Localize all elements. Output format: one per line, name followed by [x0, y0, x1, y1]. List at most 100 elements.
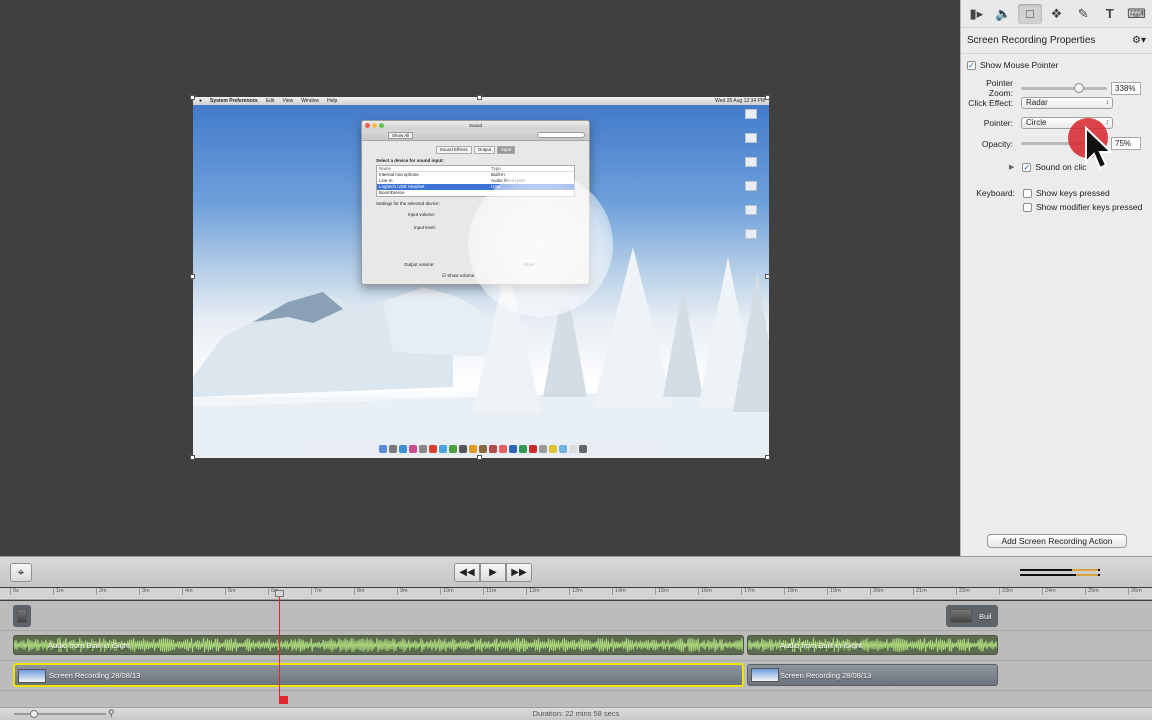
- show-volume-label: ☑ Show volume: [442, 273, 475, 278]
- dock-app-icon: [539, 445, 547, 453]
- resize-handle[interactable]: [477, 455, 482, 460]
- disclosure-triangle-icon[interactable]: ▶: [1009, 163, 1014, 171]
- playhead-marker[interactable]: [280, 696, 288, 704]
- click-effect-popup[interactable]: Radar: [1021, 97, 1113, 109]
- text-icon[interactable]: T: [1098, 4, 1122, 24]
- opacity-label: Opacity:: [981, 138, 1013, 149]
- show-mouse-pointer-checkbox[interactable]: ✓: [967, 60, 976, 70]
- screen-recording-clip-selected[interactable]: Screen Recording 28/08/13: [13, 663, 744, 687]
- dock-app-icon: [459, 445, 467, 453]
- dock-app-icon: [489, 445, 497, 453]
- crop-icon[interactable]: ⌖: [10, 563, 32, 582]
- resize-handle[interactable]: [477, 95, 482, 100]
- minimize-icon: [372, 123, 377, 128]
- annotation-icon[interactable]: ✎: [1071, 4, 1095, 24]
- show-modifier-keys-checkbox[interactable]: [1023, 202, 1032, 212]
- show-all-button: Show All: [388, 132, 414, 139]
- close-icon: [365, 123, 370, 128]
- dock-app-icon: [479, 445, 487, 453]
- speaker-icon[interactable]: 🔈: [991, 4, 1015, 24]
- ruler-tick-label: 8m: [354, 588, 365, 595]
- ruler-tick-label: 21m: [913, 588, 927, 595]
- transport-controls: ◀◀ ▶ ▶▶: [454, 563, 532, 582]
- resize-handle[interactable]: [190, 274, 195, 279]
- mouse-pointer-icon: [1068, 118, 1112, 170]
- click-effect-row: Click Effect: Radar: [961, 97, 1152, 109]
- playhead[interactable]: [279, 594, 280, 704]
- zoom-icon: [379, 123, 384, 128]
- audio-clip-label: Audio from Built-in iSight: [48, 640, 131, 650]
- desktop-file-icon: [745, 133, 757, 143]
- ruler-tick-label: 9m: [397, 588, 408, 595]
- timeline-tracks: Buil Audio from Built-in iSight Audio fr…: [0, 601, 1152, 707]
- ruler-tick-label: 10m: [440, 588, 454, 595]
- fast-forward-button[interactable]: ▶▶: [506, 563, 532, 582]
- resize-handle[interactable]: [765, 455, 770, 460]
- playhead-handle[interactable]: [275, 590, 284, 597]
- desktop-drive-icon: [745, 205, 757, 215]
- duration-label: Duration: 22 mins 58 secs: [532, 709, 620, 718]
- dock-app-icon: [429, 445, 437, 453]
- ruler-tick-label: 23m: [999, 588, 1013, 595]
- dock-app-icon: [559, 445, 567, 453]
- resize-handle[interactable]: [765, 274, 770, 279]
- ruler-tick-label: 11m: [483, 588, 496, 595]
- desktop-file-icon: [745, 109, 757, 119]
- camera-clip[interactable]: [13, 605, 31, 627]
- show-keys-checkbox[interactable]: [1023, 188, 1032, 198]
- ruler-tick-label: 18m: [784, 588, 798, 595]
- ruler-tick-label: 25m: [1085, 588, 1099, 595]
- dock-app-icon: [449, 445, 457, 453]
- resize-handle[interactable]: [765, 95, 770, 100]
- pointer-zoom-value[interactable]: 338%: [1111, 81, 1141, 95]
- status-bar: ⚲ Duration: 22 mins 58 secs: [0, 707, 1152, 720]
- keyboard-action-icon[interactable]: ⌨: [1125, 4, 1149, 24]
- mac-dock: [303, 442, 663, 456]
- dock-app-icon: [549, 445, 557, 453]
- slider-thumb[interactable]: [1073, 82, 1084, 93]
- video-clip-label: Screen Recording 28/08/13: [49, 670, 141, 680]
- show-modifier-keys-label: Show modifier keys pressed: [1036, 202, 1143, 212]
- dock-app-icon: [529, 445, 537, 453]
- modifier-keys-row: Show modifier keys pressed: [961, 202, 1152, 212]
- play-button[interactable]: ▶: [480, 563, 506, 582]
- sound-on-click-checkbox[interactable]: ✓: [1022, 162, 1032, 172]
- ruler-tick-label: 0s: [10, 588, 19, 595]
- dock-app-icon: [409, 445, 417, 453]
- inspector-toolbar: ▮▸ 🔈 □ ❖ ✎ T ⌨: [961, 0, 1152, 28]
- ruler-tick-label: 19m: [827, 588, 841, 595]
- keyboard-row: Keyboard: Show keys pressed: [961, 188, 1152, 198]
- video-clip-label: Screen Recording 28/08/13: [780, 670, 872, 680]
- ruler-tick-label: 5m: [225, 588, 236, 595]
- ruler-tick-label: 14m: [612, 588, 626, 595]
- ruler-tick-label: 13m: [569, 588, 583, 595]
- ruler-tick-label: 22m: [956, 588, 970, 595]
- keyboard-label: Keyboard:: [976, 188, 1015, 198]
- audio-clip[interactable]: Audio from Built-in iSight: [13, 635, 744, 655]
- desktop-drive-icon: [745, 157, 757, 167]
- dock-app-icon: [389, 445, 397, 453]
- screen-recording-icon[interactable]: □: [1017, 3, 1042, 24]
- rewind-button[interactable]: ◀◀: [454, 563, 480, 582]
- add-screen-recording-action-button[interactable]: Add Screen Recording Action: [987, 534, 1127, 548]
- window-search-field: [537, 132, 585, 138]
- audio-clip[interactable]: Audio from Built-in iSight: [747, 635, 998, 655]
- video-camera-icon[interactable]: ▮▸: [964, 4, 988, 24]
- opacity-row: Opacity: 75%: [961, 137, 1152, 150]
- recording-preview[interactable]: ● System Preferences Edit View Window He…: [193, 97, 769, 458]
- timeline-ruler[interactable]: 0s1m2m3m4m5m6m7m8m9m10m11m12m13m14m15m16…: [0, 588, 1152, 600]
- pointer-zoom-slider[interactable]: [1021, 82, 1107, 93]
- timeline-toolbar: ⌖ ◀◀ ▶ ▶▶: [0, 556, 1152, 587]
- ruler-tick-label: 24m: [1042, 588, 1056, 595]
- dock-app-icon: [569, 445, 577, 453]
- resize-handle[interactable]: [190, 95, 195, 100]
- screen-recording-clip[interactable]: Screen Recording 28/08/13: [747, 664, 998, 686]
- gear-icon[interactable]: ⚙▾: [1132, 35, 1146, 46]
- resize-handle[interactable]: [190, 455, 195, 460]
- callout-icon[interactable]: ❖: [1044, 4, 1068, 24]
- audio-clip-label: Audio from Built-in iSight: [780, 640, 863, 650]
- camera-clip[interactable]: Buil: [946, 605, 998, 627]
- show-keys-label: Show keys pressed: [1036, 188, 1110, 198]
- dock-app-icon: [419, 445, 427, 453]
- opacity-value[interactable]: 75%: [1111, 137, 1141, 150]
